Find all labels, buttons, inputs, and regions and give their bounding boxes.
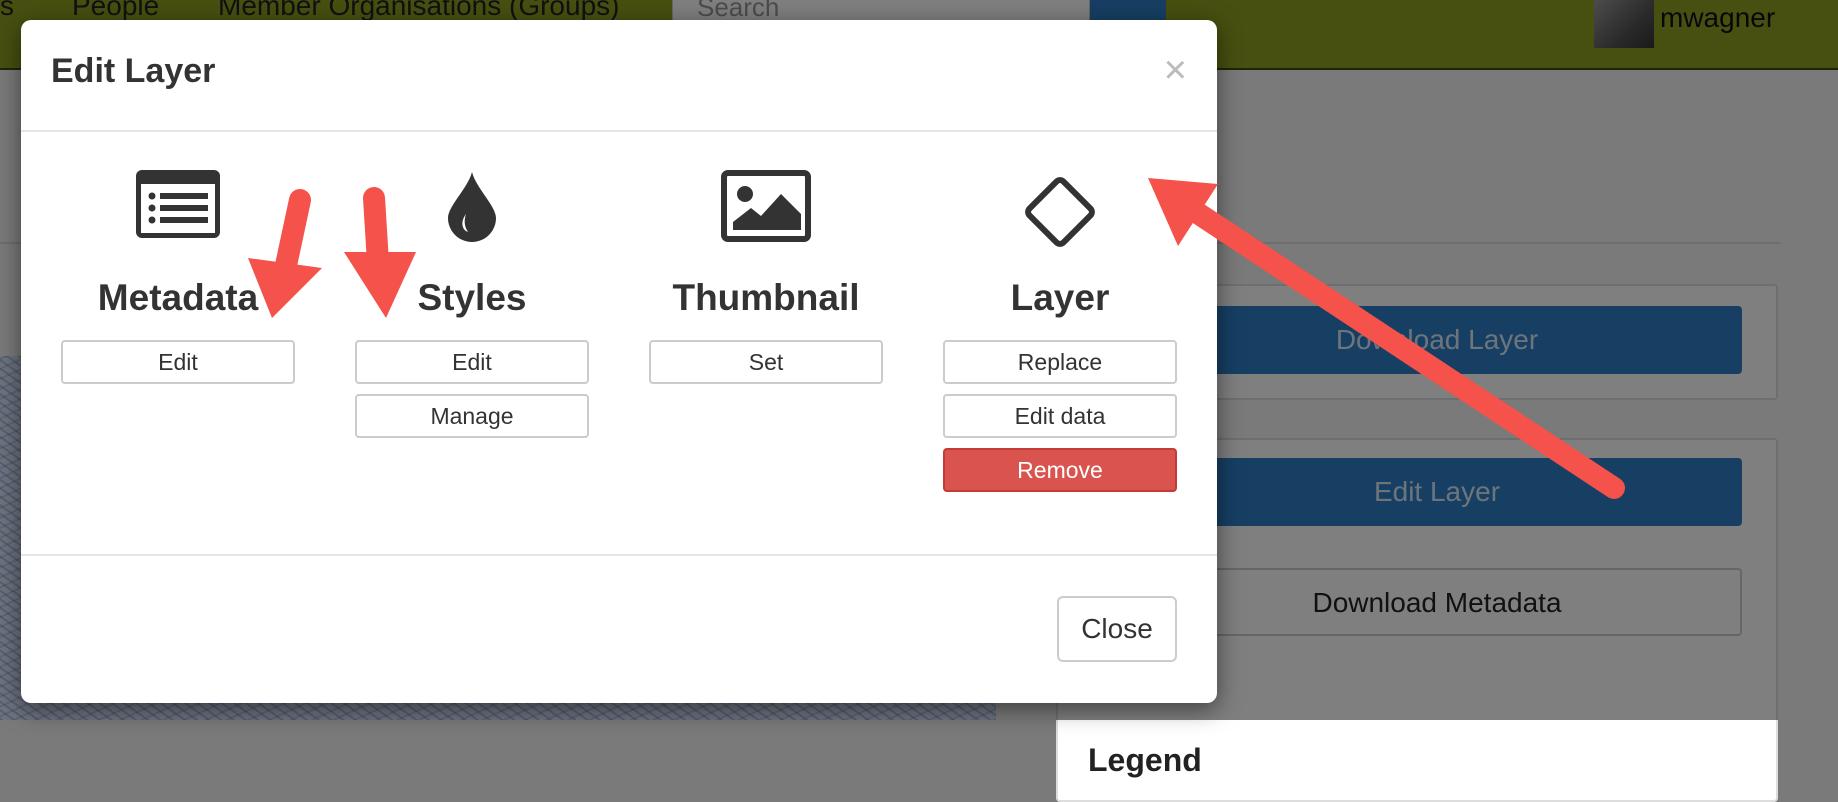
close-icon[interactable]: × xyxy=(1164,48,1187,93)
layer-section: Layer Replace Edit data Remove xyxy=(943,170,1177,492)
styles-heading: Styles xyxy=(417,277,527,318)
modal-footer: Close xyxy=(21,554,1217,705)
metadata-list-icon xyxy=(61,170,295,254)
close-button[interactable]: Close xyxy=(1057,596,1177,662)
layer-edit-data-button[interactable]: Edit data xyxy=(943,394,1177,438)
layer-replace-button[interactable]: Replace xyxy=(943,340,1177,384)
legend-heading: Legend xyxy=(1088,742,1202,778)
thumbnail-set-button[interactable]: Set xyxy=(649,340,883,384)
styles-edit-button[interactable]: Edit xyxy=(355,340,589,384)
thumbnail-section: Thumbnail Set xyxy=(649,170,883,384)
edit-layer-modal: Edit Layer × Metadata Edit Styles Edit M… xyxy=(21,20,1217,703)
diamond-icon xyxy=(943,170,1177,254)
layer-remove-button[interactable]: Remove xyxy=(943,448,1177,492)
image-icon xyxy=(649,170,883,254)
styles-section: Styles Edit Manage xyxy=(355,170,589,438)
layer-heading: Layer xyxy=(1010,277,1110,318)
styles-manage-button[interactable]: Manage xyxy=(355,394,589,438)
modal-title: Edit Layer xyxy=(51,52,216,90)
modal-header: Edit Layer × xyxy=(21,20,1217,132)
metadata-edit-button[interactable]: Edit xyxy=(61,340,295,384)
thumbnail-heading: Thumbnail xyxy=(672,277,860,318)
metadata-section: Metadata Edit xyxy=(61,170,295,384)
tint-drop-icon xyxy=(355,170,589,254)
metadata-heading: Metadata xyxy=(97,277,259,318)
